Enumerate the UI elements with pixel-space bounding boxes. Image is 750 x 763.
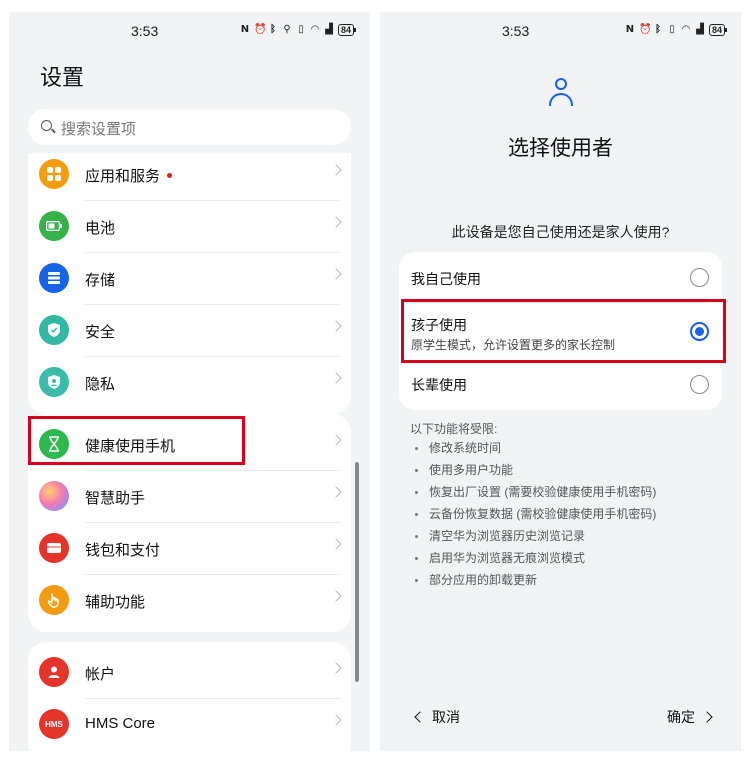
chevron-right-icon [330,372,342,384]
wallet-icon [39,533,69,563]
option-label: 长辈使用 [411,377,467,393]
user-icon [547,78,575,108]
scrollbar[interactable] [355,462,359,682]
location-icon: ⚲ [283,24,291,35]
chevron-right-icon [330,714,342,726]
settings-item-security[interactable]: 安全 [28,305,351,357]
chevron-right-icon [330,320,342,332]
status-icons: N ⏰ ᛒ ▯ ◠ ▟ 84 [625,24,728,36]
assistant-icon [39,481,69,511]
signal-icon: ▟ [696,24,704,35]
settings-item-label: 钱包和支付 [85,542,161,559]
settings-item-label: 电池 [85,220,116,237]
restrictions-title: 以下功能将受限: [410,422,498,436]
privacy-icon [39,367,69,397]
settings-item-label: 帐户 [85,666,116,683]
radio-button[interactable] [690,268,709,287]
cancel-label: 取消 [432,709,460,725]
wifi-icon: ◠ [311,24,319,35]
list-item: 使用多用户功能 [413,463,656,485]
hand-icon [39,585,69,615]
restrictions-list: 修改系统时间 使用多用户功能 恢复出厂设置 (需要校验健康使用手机密码) 云备份… [413,441,656,595]
nfc-icon: N [625,24,635,35]
search-input[interactable]: 搜索设置项 [28,109,351,145]
hms-icon: HMS [39,709,69,739]
battery-indicator: 84 [337,24,357,36]
alarm-icon: ⏰ [253,24,267,35]
chevron-right-icon [330,164,342,176]
settings-card-1: 应用和服务 电池 存储 安全 隐私 [28,153,351,414]
settings-item-storage[interactable]: 存储 [28,253,351,305]
list-item: 恢复出厂设置 (需要校验健康使用手机密码) [413,485,656,507]
status-time: 3:53 [502,23,530,39]
account-icon [39,657,69,687]
list-item: 启用华为浏览器无痕浏览模式 [413,551,656,573]
chevron-right-icon [330,590,342,602]
search-icon [41,120,52,131]
chevron-right-icon [330,216,342,228]
list-item: 部分应用的卸载更新 [413,573,656,595]
list-item: 清空华为浏览器历史浏览记录 [413,529,656,551]
alarm-icon: ⏰ [638,24,652,35]
chevron-right-icon [330,268,342,280]
settings-item-battery[interactable]: 电池 [28,201,351,253]
option-label: 我自己使用 [411,271,481,287]
status-time: 3:53 [131,23,159,39]
question-text: 此设备是您自己使用还是家人使用? [451,224,670,240]
vibrate-icon: ▯ [669,24,675,35]
storage-icon [39,263,69,293]
settings-item-label: 存储 [85,272,116,289]
battery-icon [39,211,69,241]
confirm-button[interactable]: 确定 [667,707,713,727]
cancel-button[interactable]: 取消 [414,707,460,727]
settings-item-hms-core[interactable]: HMS HMS Core [28,699,351,751]
chevron-right-icon [330,486,342,498]
settings-item-privacy[interactable]: 隐私 [28,357,351,409]
apps-icon [39,159,69,189]
signal-icon: ▟ [325,24,333,35]
shield-icon [39,315,69,345]
highlight-box [401,299,726,363]
settings-item-label: 隐私 [85,376,116,393]
chevron-right-icon [330,538,342,550]
notification-dot [167,172,173,178]
settings-card-3: 帐户 HMS HMS Core [28,642,351,751]
settings-item-label: HMS Core [85,715,156,732]
battery-indicator: 84 [708,24,728,36]
vibrate-icon: ▯ [298,24,304,35]
chevron-right-icon [330,434,342,446]
chevron-right-icon [330,662,342,674]
settings-item-label: 辅助功能 [85,594,146,611]
radio-button[interactable] [690,375,709,394]
settings-item-label: 安全 [85,324,116,341]
settings-item-account[interactable]: 帐户 [28,647,351,699]
settings-item-label: 智慧助手 [85,490,146,507]
settings-item-label: 应用和服务 [85,165,173,186]
confirm-label: 确定 [667,709,695,725]
settings-item-assistant[interactable]: 智慧助手 [28,471,351,523]
page-title: 选择使用者 [508,137,613,160]
highlight-box [28,416,245,465]
option-self[interactable]: 我自己使用 [399,252,722,302]
status-bar: 3:53 N ⏰ ᛒ ⚲ ▯ ◠ ▟ 84 [9,12,370,50]
chevron-right-icon [701,711,713,723]
chevron-left-icon [414,711,426,723]
page-title: 设置 [40,65,85,90]
option-elder[interactable]: 长辈使用 [399,361,722,410]
status-bar: 3:53 N ⏰ ᛒ ▯ ◠ ▟ 84 [380,12,741,50]
list-item: 云备份恢复数据 (需校验健康使用手机密码) [413,507,656,529]
settings-item-apps[interactable]: 应用和服务 [28,153,351,201]
bluetooth-icon: ᛒ [654,24,661,35]
wifi-icon: ◠ [682,24,690,35]
nfc-icon: N [240,24,250,35]
status-icons: N ⏰ ᛒ ⚲ ▯ ◠ ▟ 84 [240,24,357,36]
list-item: 修改系统时间 [413,441,656,463]
search-placeholder: 搜索设置项 [61,121,137,138]
choose-user-screen: 3:53 N ⏰ ᛒ ▯ ◠ ▟ 84 选择使用者 此设备是您自己使用还是家人使… [380,12,741,751]
settings-item-wallet[interactable]: 钱包和支付 [28,523,351,575]
bluetooth-icon: ᛒ [269,24,276,35]
settings-item-accessibility[interactable]: 辅助功能 [28,575,351,627]
settings-screen: 3:53 N ⏰ ᛒ ⚲ ▯ ◠ ▟ 84 设置 搜索设置项 应用和服务 电池 … [9,12,370,751]
